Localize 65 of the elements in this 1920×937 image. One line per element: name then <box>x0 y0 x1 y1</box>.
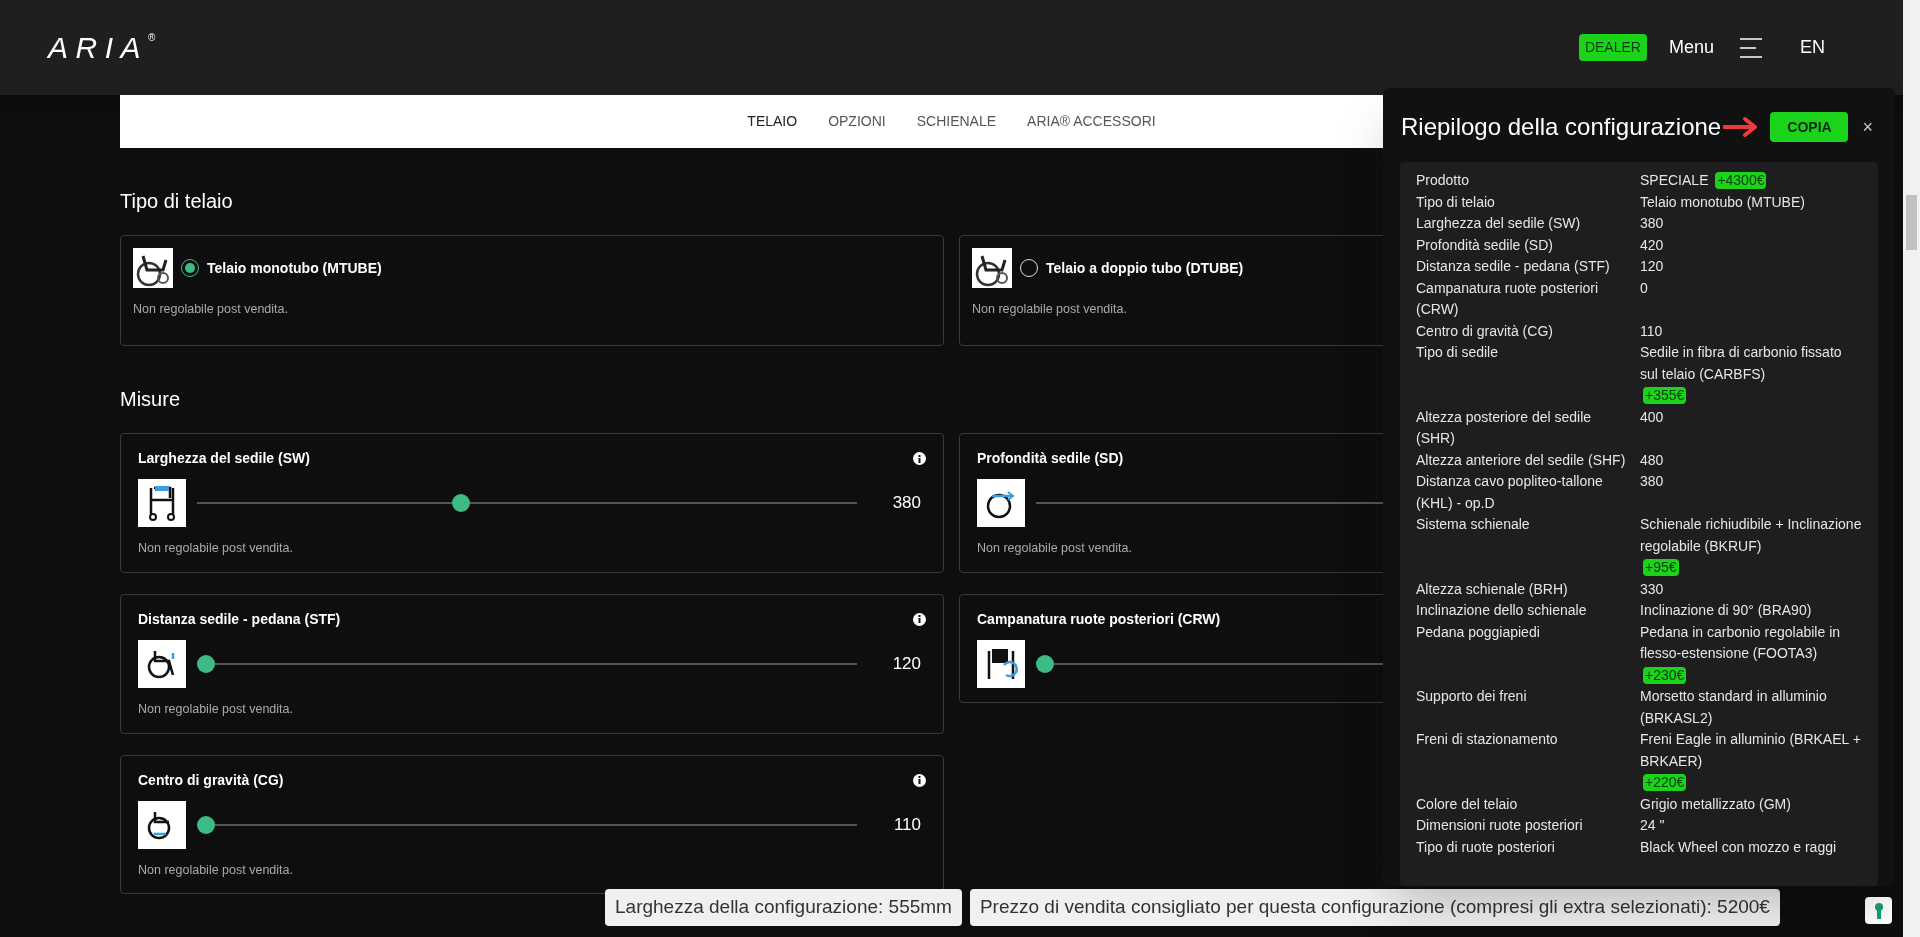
slider-label: Distanza sedile - pedana (STF) <box>138 609 341 629</box>
summary-value: SPECIALE <box>1640 171 1709 190</box>
summary-label: Freni di stazionamento <box>1416 730 1559 749</box>
slider-label: Campanatura ruote posteriori (CRW) <box>977 609 1221 629</box>
slider-note: Non regolabile post vendita. <box>977 540 1132 557</box>
slider-note: Non regolabile post vendita. <box>138 700 293 718</box>
summary-value: 24 " <box>1640 816 1665 835</box>
summary-label: Inclinazione dello schienale <box>1416 601 1588 620</box>
summary-label: Altezza posteriore del sedile (SHR) <box>1416 407 1593 448</box>
summary-label: Tipo di ruote posteriori <box>1416 837 1556 857</box>
summary-value: Sedile in fibra di carbonio fissato sul telaio (CARBFS) <box>1640 343 1843 384</box>
summary-value: Schienale richiudibile + Inclinazione regolabile (BKRUF) <box>1640 515 1862 556</box>
option-note: Non regolabile post vendita. <box>133 301 288 318</box>
slider-label: Larghezza del sedile (SW) <box>138 449 310 468</box>
summary-label: Pedana poggiapiedi <box>1416 622 1541 642</box>
summary-label: Prodotto <box>1416 171 1470 190</box>
summary-label: Profondità sedile (SD) <box>1416 235 1554 255</box>
price-badge: +95€ <box>1643 559 1679 576</box>
summary-label: Distanza cavo popliteo-tallone (KHL) - op.D <box>1416 472 1604 513</box>
summary-value: Morsetto standard in alluminio (BRKASL2) <box>1640 687 1828 728</box>
summary-value: 110 <box>1640 321 1663 341</box>
panel-title: Riepilogo della configurazione <box>1401 112 1722 142</box>
slider-value: 120 <box>891 653 921 675</box>
price-badge: +355€ <box>1643 387 1687 404</box>
summary-value: 480 <box>1640 450 1664 470</box>
summary-value: Telaio monotubo (MTUBE) <box>1640 192 1805 212</box>
summary-label: Altezza schienale (BRH) <box>1416 579 1569 599</box>
summary-label: Colore del telaio <box>1416 794 1519 814</box>
slider-note: Non regolabile post vendita. <box>138 861 293 879</box>
price-badge: +220€ <box>1643 774 1687 791</box>
summary-value: Grigio metallizzato (GM) <box>1640 794 1791 814</box>
summary-label: Supporto dei freni <box>1416 687 1528 706</box>
summary-value: Inclinazione di 90° (BRA90) <box>1640 601 1812 620</box>
price-info: Prezzo di vendita consigliato per questa configurazione (compresi gli extra selezionati): 5200€ <box>969 889 1780 926</box>
summary-value: 330 <box>1640 579 1664 599</box>
summary-value: Freni Eagle in alluminio (BRKAEL + BRKAER) <box>1640 730 1862 771</box>
summary-label: Centro di gravità (CG) <box>1416 321 1554 341</box>
section-title: Tipo di telaio <box>120 189 233 214</box>
summary-value: 420 <box>1640 235 1664 255</box>
summary-label: Dimensioni ruote posteriori <box>1416 816 1584 835</box>
summary-value: 120 <box>1640 257 1664 276</box>
dealer-badge: DEALER <box>1578 34 1647 61</box>
summary-label: Tipo di telaio <box>1416 192 1496 212</box>
summary-label: Altezza anteriore del sedile (SHF) <box>1416 450 1627 470</box>
summary-value: 380 <box>1640 214 1664 233</box>
option-note: Non regolabile post vendita. <box>972 301 1127 318</box>
summary-label: Tipo di sedile <box>1416 343 1499 362</box>
summary-value: 400 <box>1640 407 1664 427</box>
summary-label: Larghezza del sedile (SW) <box>1416 214 1582 233</box>
slider-label: Profondità sedile (SD) <box>977 449 1124 468</box>
slider-label: Centro di gravità (CG) <box>138 770 284 790</box>
summary-label: Sistema schienale <box>1416 515 1531 534</box>
summary-value: Black Wheel con mozzo e raggi <box>1640 837 1837 857</box>
summary-value: 380 <box>1640 472 1664 491</box>
slider-value: 380 <box>891 492 921 515</box>
summary-value: 0 <box>1640 278 1648 298</box>
slider-note: Non regolabile post vendita. <box>138 540 293 557</box>
width-info: Larghezza della configurazione: 555mm <box>605 889 962 926</box>
section-title: Misure <box>120 387 180 412</box>
summary-label: Campanatura ruote posteriori (CRW) <box>1416 278 1600 319</box>
price-badge: +4300€ <box>1715 172 1767 189</box>
slider-value: 110 <box>892 813 921 836</box>
summary-label: Distanza sedile - pedana (STF) <box>1416 257 1611 276</box>
summary-value: Pedana in carbonio regolabile in flesso-estensione (FOOTA3) <box>1640 622 1842 663</box>
price-badge: +230€ <box>1643 666 1687 684</box>
